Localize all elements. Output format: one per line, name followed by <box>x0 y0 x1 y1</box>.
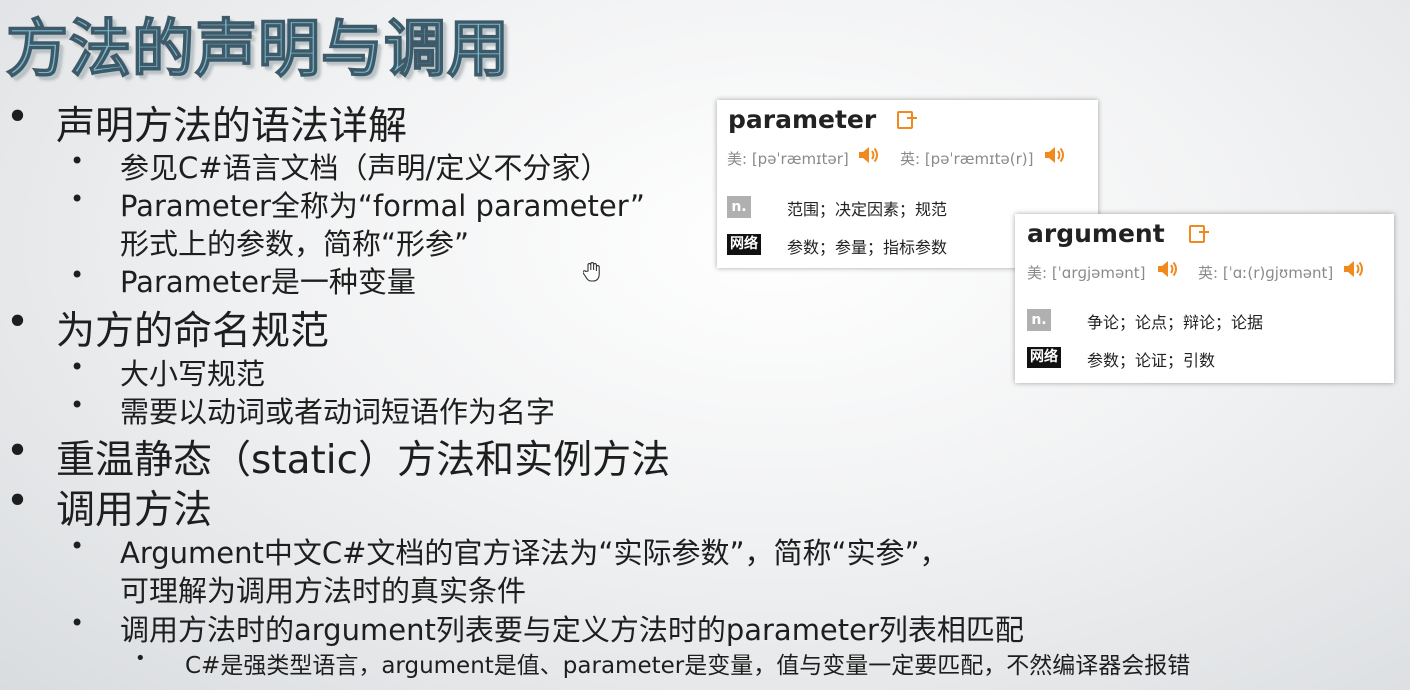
speaker-icon[interactable] <box>1043 145 1065 165</box>
dict-card-argument: argument 美: [ˈɑrɡjəmənt] 英: [ˈɑː(r)ɡjʊmə… <box>1015 214 1394 383</box>
bullet-l2-formal-parameter-cont: 形式上的参数，简称“形参” <box>120 221 469 263</box>
bullet-mark: • <box>135 648 146 669</box>
bullet-mark: • <box>70 353 85 381</box>
bullet-mark: • <box>70 609 85 637</box>
bullet-l2-case: • 大小写规范 <box>70 351 266 393</box>
bullet-text: 调用方法 <box>56 488 213 533</box>
bullet-text: 需要以动词或者动词短语作为名字 <box>120 395 556 429</box>
bullet-mark: • <box>70 185 85 213</box>
bullet-l2-match: • 调用方法时的argument列表要与定义方法时的parameter列表相匹配 <box>70 607 1024 649</box>
add-wordbook-icon[interactable] <box>1189 225 1209 243</box>
bullet-text: 重温静态（static）方法和实例方法 <box>56 438 671 483</box>
bullet-mark: • <box>6 95 30 140</box>
net-definition: 参数；论证；引数 <box>1087 351 1216 370</box>
speaker-icon[interactable] <box>857 145 879 165</box>
net-tag: 网络 <box>727 234 761 255</box>
bullet-l3-strong-typed: • C#是强类型语言，argument是值、parameter是变量，值与变量一定… <box>135 646 1191 680</box>
bullet-text: Parameter全称为“formal parameter” <box>120 189 645 223</box>
dict-word: parameter <box>728 105 877 134</box>
dict-word: argument <box>1027 219 1165 248</box>
hand-cursor-icon <box>583 262 600 282</box>
bullet-text: C#是强类型语言，argument是值、parameter是变量，值与变量一定要… <box>185 653 1191 679</box>
bullet-l2-verb-names: • 需要以动词或者动词短语作为名字 <box>70 389 556 431</box>
bullet-l2-doc-ref: • 参见C#语言文档（声明/定义不分家） <box>70 145 610 187</box>
add-wordbook-icon[interactable] <box>897 111 917 129</box>
pos-tag: n. <box>1027 309 1051 331</box>
bullet-mark: • <box>70 391 85 419</box>
net-tag: 网络 <box>1027 347 1061 368</box>
bullet-l2-formal-parameter: • Parameter全称为“formal parameter” <box>70 183 645 225</box>
bullet-text: 可理解为调用方法时的真实条件 <box>120 574 527 608</box>
bullet-text: Parameter是一种变量 <box>120 265 416 299</box>
bullet-l1-static: • 重温静态（static）方法和实例方法 <box>6 429 671 485</box>
us-phonetic: 美: [pəˈræmɪtər] <box>727 150 849 168</box>
bullet-mark: • <box>70 261 85 289</box>
pos-tag: n. <box>727 196 751 218</box>
uk-phonetic: 英: [pəˈræmɪtə(r)] <box>900 150 1034 168</box>
bullet-mark: • <box>6 479 30 524</box>
pos-definition: 范围；决定因素；规范 <box>787 200 948 219</box>
bullet-l2-argument-cont: 可理解为调用方法时的真实条件 <box>120 568 526 610</box>
bullet-text: 为方的命名规范 <box>56 309 330 354</box>
bullet-l1-naming: • 为方的命名规范 <box>6 300 330 356</box>
bullet-mark: • <box>6 300 30 345</box>
bullet-text: 调用方法时的argument列表要与定义方法时的parameter列表相匹配 <box>120 613 1024 647</box>
us-phonetic: 美: [ˈɑrɡjəmənt] <box>1027 264 1146 282</box>
page-title: 方法的声明与调用 <box>5 11 511 86</box>
speaker-icon[interactable] <box>1156 259 1178 279</box>
bullet-text: 声明方法的语法详解 <box>56 104 408 149</box>
bullet-text: 形式上的参数，简称“形参” <box>120 227 470 261</box>
net-definition: 参数；参量；指标参数 <box>787 238 948 257</box>
uk-phonetic: 英: [ˈɑː(r)ɡjʊmənt] <box>1198 264 1334 282</box>
bullet-text: 参见C#语言文档（声明/定义不分家） <box>120 151 610 185</box>
bullet-mark: • <box>70 147 85 175</box>
bullet-l1-declare: • 声明方法的语法详解 <box>6 95 408 151</box>
bullet-text: Argument中文C#文档的官方译法为“实际参数”，简称“实参”， <box>120 536 949 570</box>
speaker-icon[interactable] <box>1342 259 1364 279</box>
bullet-l2-parameter-variable: • Parameter是一种变量 <box>70 259 416 301</box>
bullet-l1-invoke: • 调用方法 <box>6 479 213 535</box>
bullet-l2-argument: • Argument中文C#文档的官方译法为“实际参数”，简称“实参”， <box>70 530 949 572</box>
pos-definition: 争论；论点；辩论；论据 <box>1087 313 1264 332</box>
bullet-mark: • <box>70 532 85 560</box>
bullet-text: 大小写规范 <box>120 357 266 391</box>
bullet-mark: • <box>6 429 30 474</box>
